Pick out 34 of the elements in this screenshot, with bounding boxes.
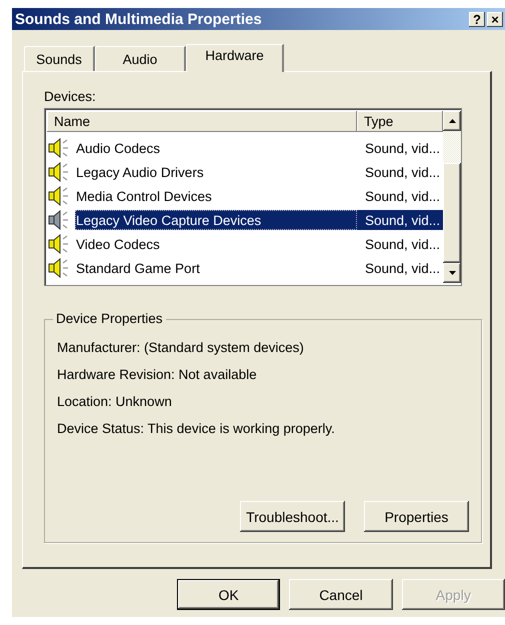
device-type[interactable]: Sound, vid... — [357, 210, 443, 230]
tab[interactable]: Hardware — [186, 44, 284, 72]
property-text: Hardware Revision: Not available — [57, 366, 258, 384]
device-name[interactable]: Standard Game Port — [75, 258, 357, 278]
scroll-up-button[interactable] — [443, 111, 461, 131]
device-name[interactable]: Video Codecs — [75, 234, 357, 254]
devices-label: Devices: — [44, 89, 97, 104]
properties-button[interactable]: Properties — [364, 501, 469, 532]
help-button[interactable]: ? — [469, 12, 485, 26]
group-title: Device Properties — [53, 311, 166, 326]
device-name[interactable]: Audio Codecs — [75, 138, 357, 158]
device-type[interactable]: Sound, vid... — [357, 162, 443, 182]
scrollbar[interactable] — [443, 111, 461, 283]
tab[interactable]: Sounds — [24, 46, 95, 71]
close-button[interactable]: × — [487, 12, 503, 26]
device-type[interactable]: Sound, vid... — [357, 186, 443, 206]
ok-button[interactable]: OK — [177, 579, 280, 610]
device-name[interactable]: Legacy Audio Drivers — [75, 162, 357, 182]
up-arrow-icon — [448, 119, 456, 123]
property-text: Manufacturer: (Standard system devices) — [57, 339, 305, 357]
device-type[interactable]: Sound, vid... — [357, 234, 443, 254]
column-header[interactable]: Type — [357, 111, 443, 132]
down-arrow-icon — [448, 271, 456, 275]
column-header[interactable]: Name — [47, 111, 357, 132]
property-text: Device Status: This device is working properly. — [57, 420, 336, 438]
device-type[interactable]: Sound, vid... — [357, 138, 443, 158]
device-type[interactable]: Sound, vid... — [357, 258, 443, 278]
cancel-button[interactable]: Cancel — [289, 579, 393, 610]
device-name[interactable]: Legacy Video Capture Devices — [75, 210, 357, 230]
scroll-down-button[interactable] — [443, 263, 461, 283]
device-name[interactable]: Media Control Devices — [75, 186, 357, 206]
window-title: Sounds and Multimedia Properties — [15, 10, 263, 28]
property-text: Location: Unknown — [57, 393, 173, 411]
troubleshoot-button[interactable]: Troubleshoot... — [240, 501, 345, 532]
